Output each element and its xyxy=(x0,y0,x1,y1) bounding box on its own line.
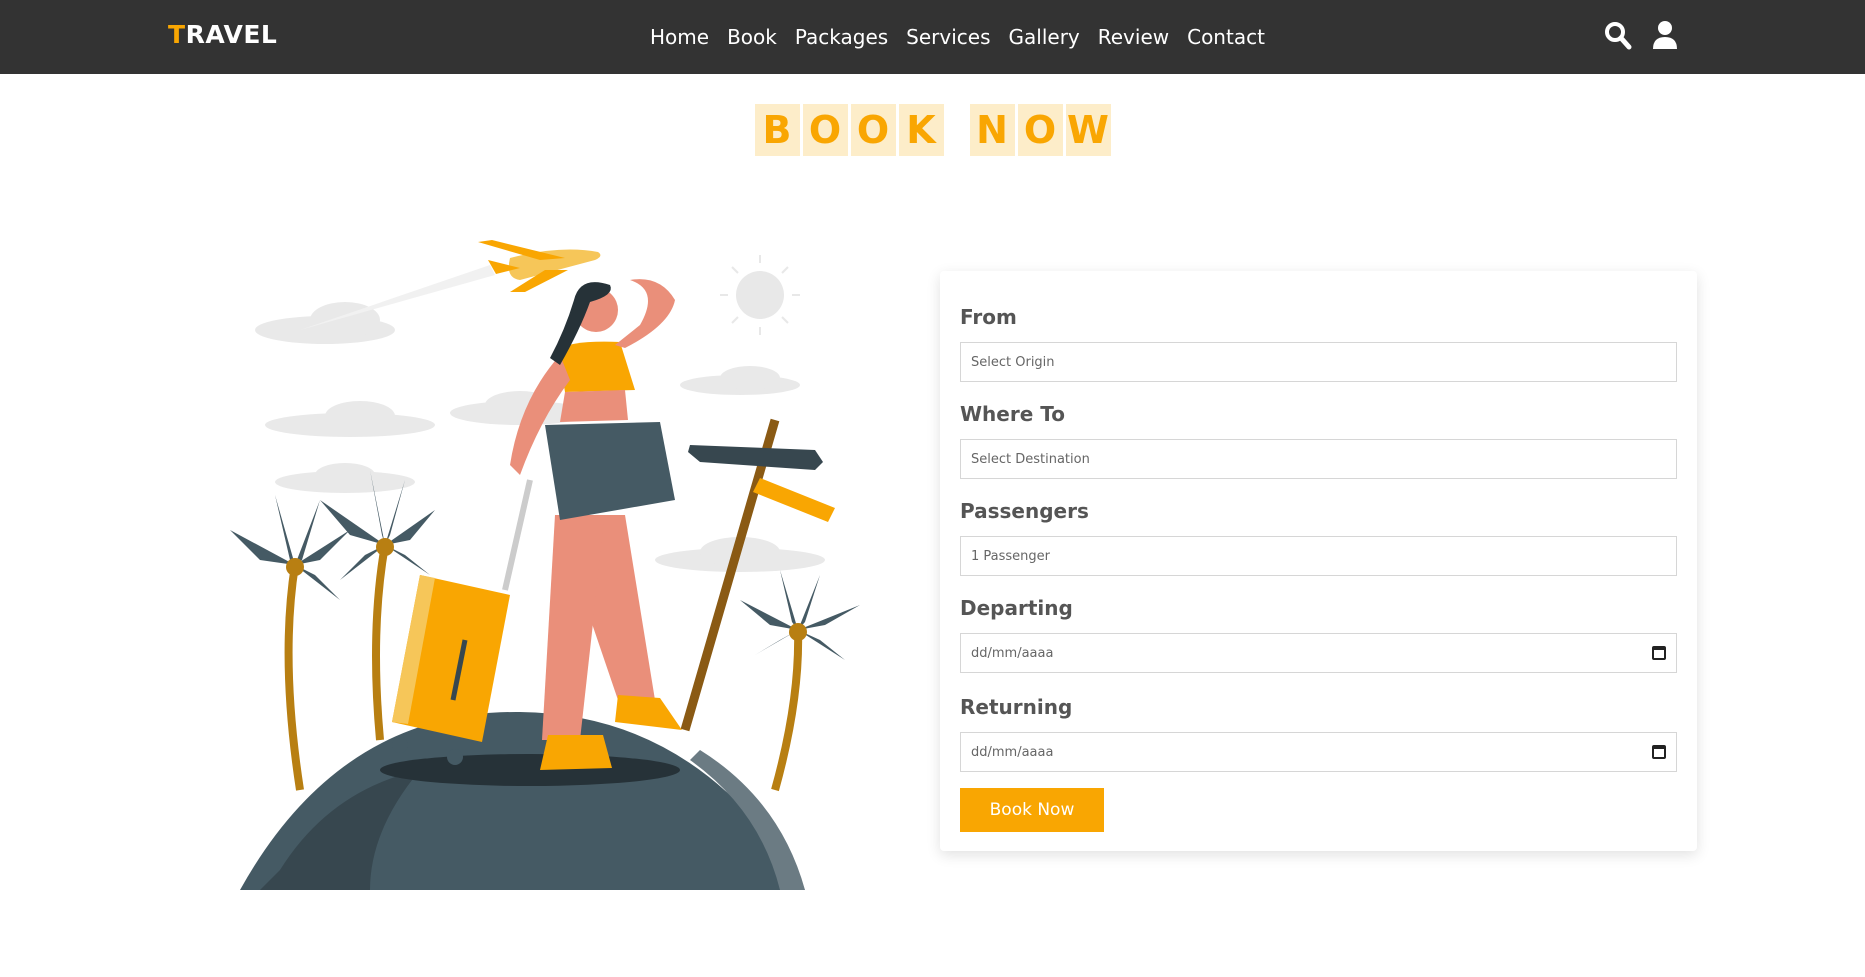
nav-services-link[interactable]: Services xyxy=(906,25,990,49)
main-nav: Home Book Packages Services Gallery Revi… xyxy=(650,0,1265,74)
heading-letter: O xyxy=(802,104,848,156)
calendar-icon[interactable] xyxy=(1652,745,1666,759)
from-label: From xyxy=(960,305,1017,329)
header-icons xyxy=(1604,20,1680,50)
heading-letter: O xyxy=(850,104,896,156)
destination-input[interactable]: Select Destination xyxy=(960,439,1677,479)
departing-label: Departing xyxy=(960,596,1073,620)
nav-book-link[interactable]: Book xyxy=(727,25,777,49)
departing-date-input[interactable]: dd/mm/aaaa xyxy=(960,633,1677,673)
nav-contact-link[interactable]: Contact xyxy=(1187,25,1265,49)
where-to-label: Where To xyxy=(960,402,1065,426)
passengers-label: Passengers xyxy=(960,499,1089,523)
book-now-button[interactable]: Book Now xyxy=(960,788,1104,832)
search-icon[interactable] xyxy=(1604,20,1632,50)
heading-letter: O xyxy=(1017,104,1063,156)
passengers-input[interactable]: 1 Passenger xyxy=(960,536,1677,576)
origin-placeholder: Select Origin xyxy=(971,354,1055,370)
returning-label: Returning xyxy=(960,695,1073,719)
destination-placeholder: Select Destination xyxy=(971,451,1090,467)
book-now-heading: B O O K N O W xyxy=(0,104,1865,156)
user-icon[interactable] xyxy=(1652,20,1680,50)
passengers-placeholder: 1 Passenger xyxy=(971,548,1051,564)
heading-letter: K xyxy=(898,104,944,156)
nav-home-link[interactable]: Home xyxy=(650,25,709,49)
booking-form-card: From Select Origin Where To Select Desti… xyxy=(940,271,1697,851)
nav-gallery-link[interactable]: Gallery xyxy=(1009,25,1080,49)
heading-letter: B xyxy=(754,104,800,156)
returning-date-value: dd/mm/aaaa xyxy=(971,744,1054,760)
nav-review-link[interactable]: Review xyxy=(1098,25,1169,49)
logo[interactable]: TRAVEL xyxy=(168,20,277,49)
logo-text: RAVEL xyxy=(185,20,278,49)
heading-letter: N xyxy=(969,104,1015,156)
logo-accent-letter: T xyxy=(168,20,186,49)
returning-date-input[interactable]: dd/mm/aaaa xyxy=(960,732,1677,772)
top-navbar: TRAVEL Home Book Packages Services Galle… xyxy=(0,0,1865,74)
nav-packages-link[interactable]: Packages xyxy=(795,25,888,49)
origin-input[interactable]: Select Origin xyxy=(960,342,1677,382)
heading-letter: W xyxy=(1065,104,1111,156)
traveler-illustration xyxy=(220,230,870,900)
departing-date-value: dd/mm/aaaa xyxy=(971,645,1054,661)
calendar-icon[interactable] xyxy=(1652,646,1666,660)
